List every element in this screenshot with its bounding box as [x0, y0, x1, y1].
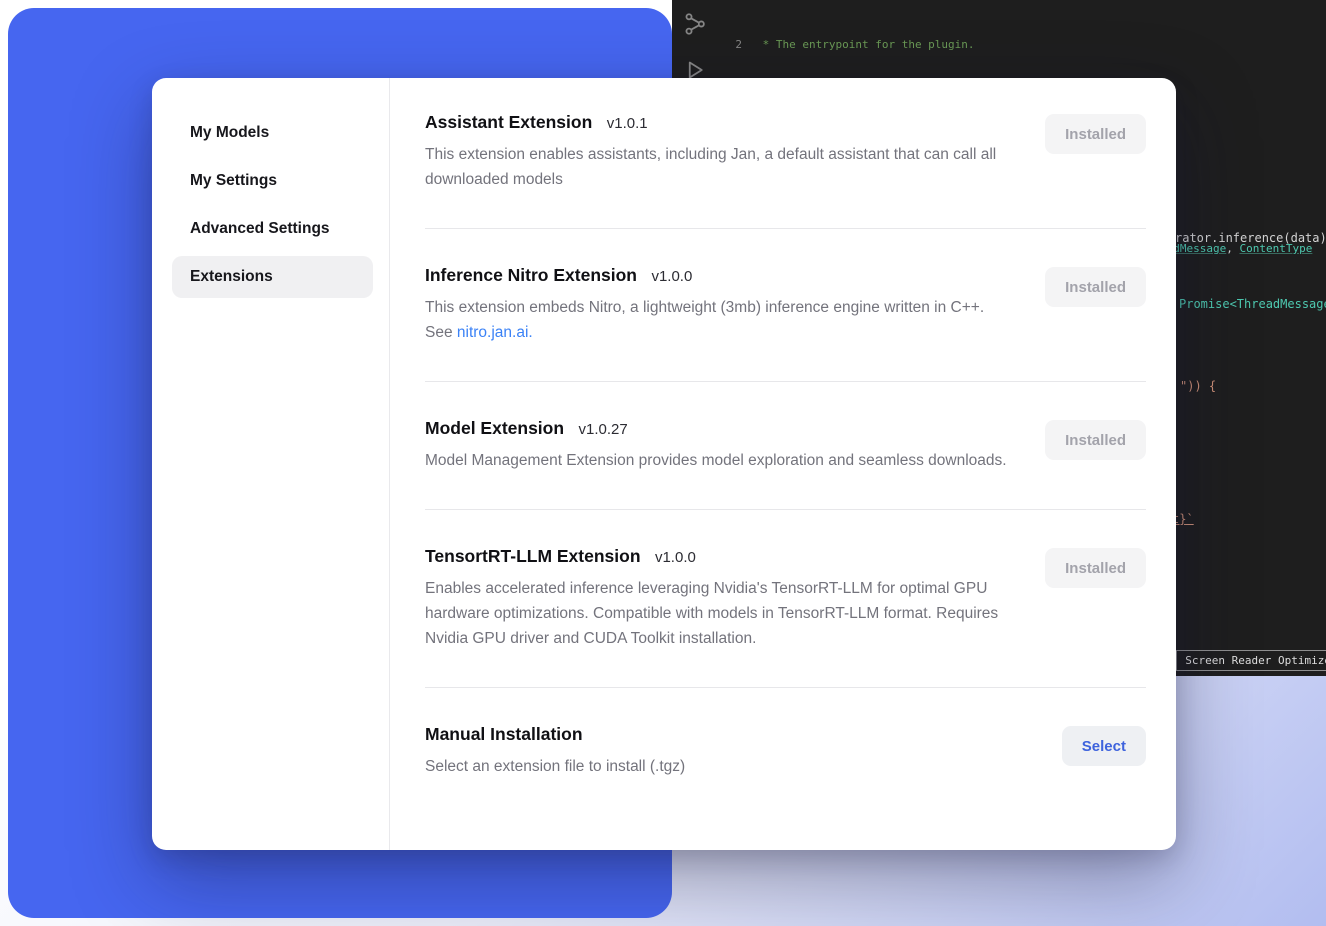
installed-button[interactable]: Installed [1045, 548, 1146, 588]
manual-installation-description: Select an extension file to install (.tg… [425, 754, 685, 779]
extension-row-model: Model Extension v1.0.27 Model Management… [425, 382, 1146, 510]
extension-title: Inference Nitro Extension [425, 265, 637, 285]
extension-description: This extension enables assistants, inclu… [425, 142, 1010, 192]
extension-title: TensortRT-LLM Extension [425, 546, 641, 566]
code-fragment: rator.inference(data)); [1175, 230, 1326, 247]
extension-description: Model Management Extension provides mode… [425, 448, 1007, 473]
sidebar-item-extensions[interactable]: Extensions [172, 256, 373, 298]
line-number: 2 [718, 36, 742, 53]
code-fragment: Promise<ThreadMessage> [1179, 296, 1326, 313]
extension-title: Assistant Extension [425, 112, 592, 132]
editor-status-bar: go Screen Reader Optimize [1153, 650, 1326, 671]
extensions-list: Assistant Extension v1.0.1 This extensio… [390, 78, 1176, 850]
code-fragment: ")) { [1180, 378, 1216, 395]
extension-row-tensorrt-llm: TensortRT-LLM Extension v1.0.0 Enables a… [425, 510, 1146, 688]
git-graph-icon[interactable] [683, 12, 707, 36]
sidebar-item-advanced-settings[interactable]: Advanced Settings [172, 208, 373, 250]
extension-description: This extension embeds Nitro, a lightweig… [425, 295, 1010, 345]
installed-button[interactable]: Installed [1045, 267, 1146, 307]
extension-version: v1.0.0 [655, 549, 696, 566]
manual-installation-title: Manual Installation [425, 724, 583, 744]
sidebar-item-my-settings[interactable]: My Settings [172, 160, 373, 202]
extension-version: v1.0.0 [651, 268, 692, 285]
extension-title: Model Extension [425, 418, 564, 438]
nitro-jan-ai-link[interactable]: nitro.jan.ai. [457, 324, 533, 341]
manual-installation-row: Manual Installation Select an extension … [425, 688, 1146, 815]
sidebar-item-my-models[interactable]: My Models [172, 112, 373, 154]
installed-button[interactable]: Installed [1045, 114, 1146, 154]
code-line: 2 * The entrypoint for the plugin. [718, 36, 1312, 53]
code-text: * The entrypoint for the plugin. [756, 36, 975, 53]
extension-version: v1.0.27 [579, 421, 628, 438]
extension-version: v1.0.1 [607, 115, 648, 132]
screen-reader-badge[interactable]: Screen Reader Optimize [1176, 650, 1326, 671]
select-file-button[interactable]: Select [1062, 726, 1146, 766]
settings-modal: My Models My Settings Advanced Settings … [152, 78, 1176, 850]
installed-button[interactable]: Installed [1045, 420, 1146, 460]
extension-description: Enables accelerated inference leveraging… [425, 576, 1010, 651]
extension-row-assistant: Assistant Extension v1.0.1 This extensio… [425, 82, 1146, 229]
settings-sidebar: My Models My Settings Advanced Settings … [152, 78, 390, 850]
extension-row-inference-nitro: Inference Nitro Extension v1.0.0 This ex… [425, 229, 1146, 382]
